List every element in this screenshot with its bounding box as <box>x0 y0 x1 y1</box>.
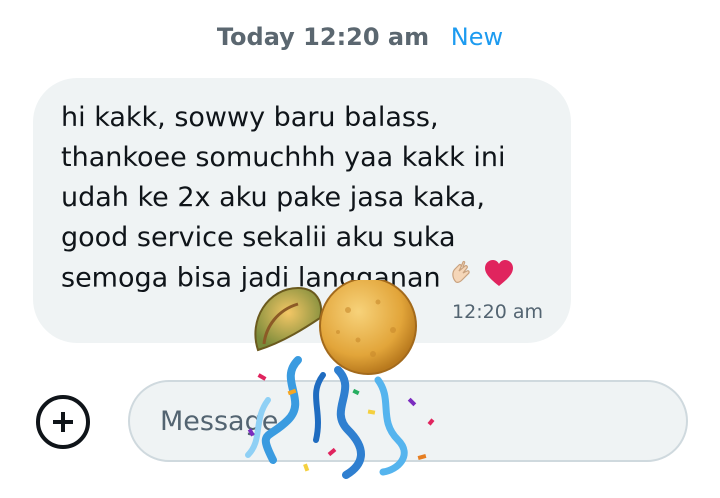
red-heart-emoji-icon <box>483 258 515 300</box>
date-divider: Today 12:20 am New <box>0 22 720 52</box>
message-body: hi kakk, sowwy baru balass, thankoee som… <box>61 102 506 294</box>
dm-conversation-screen: Today 12:20 am New hi kakk, sowwy baru b… <box>0 0 720 498</box>
message-input[interactable] <box>128 380 688 462</box>
received-message-bubble[interactable]: hi kakk, sowwy baru balass, thankoee som… <box>33 78 571 343</box>
message-timestamp: 12:20 am <box>452 301 543 323</box>
date-label: Today 12:20 am <box>216 23 430 51</box>
message-text: hi kakk, sowwy baru balass, thankoee som… <box>61 98 561 300</box>
new-indicator: New <box>450 23 504 51</box>
composer-bar <box>0 378 720 464</box>
plus-circle-icon <box>53 412 73 432</box>
heart-hands-emoji-icon <box>447 258 477 300</box>
add-media-button[interactable] <box>36 395 90 449</box>
